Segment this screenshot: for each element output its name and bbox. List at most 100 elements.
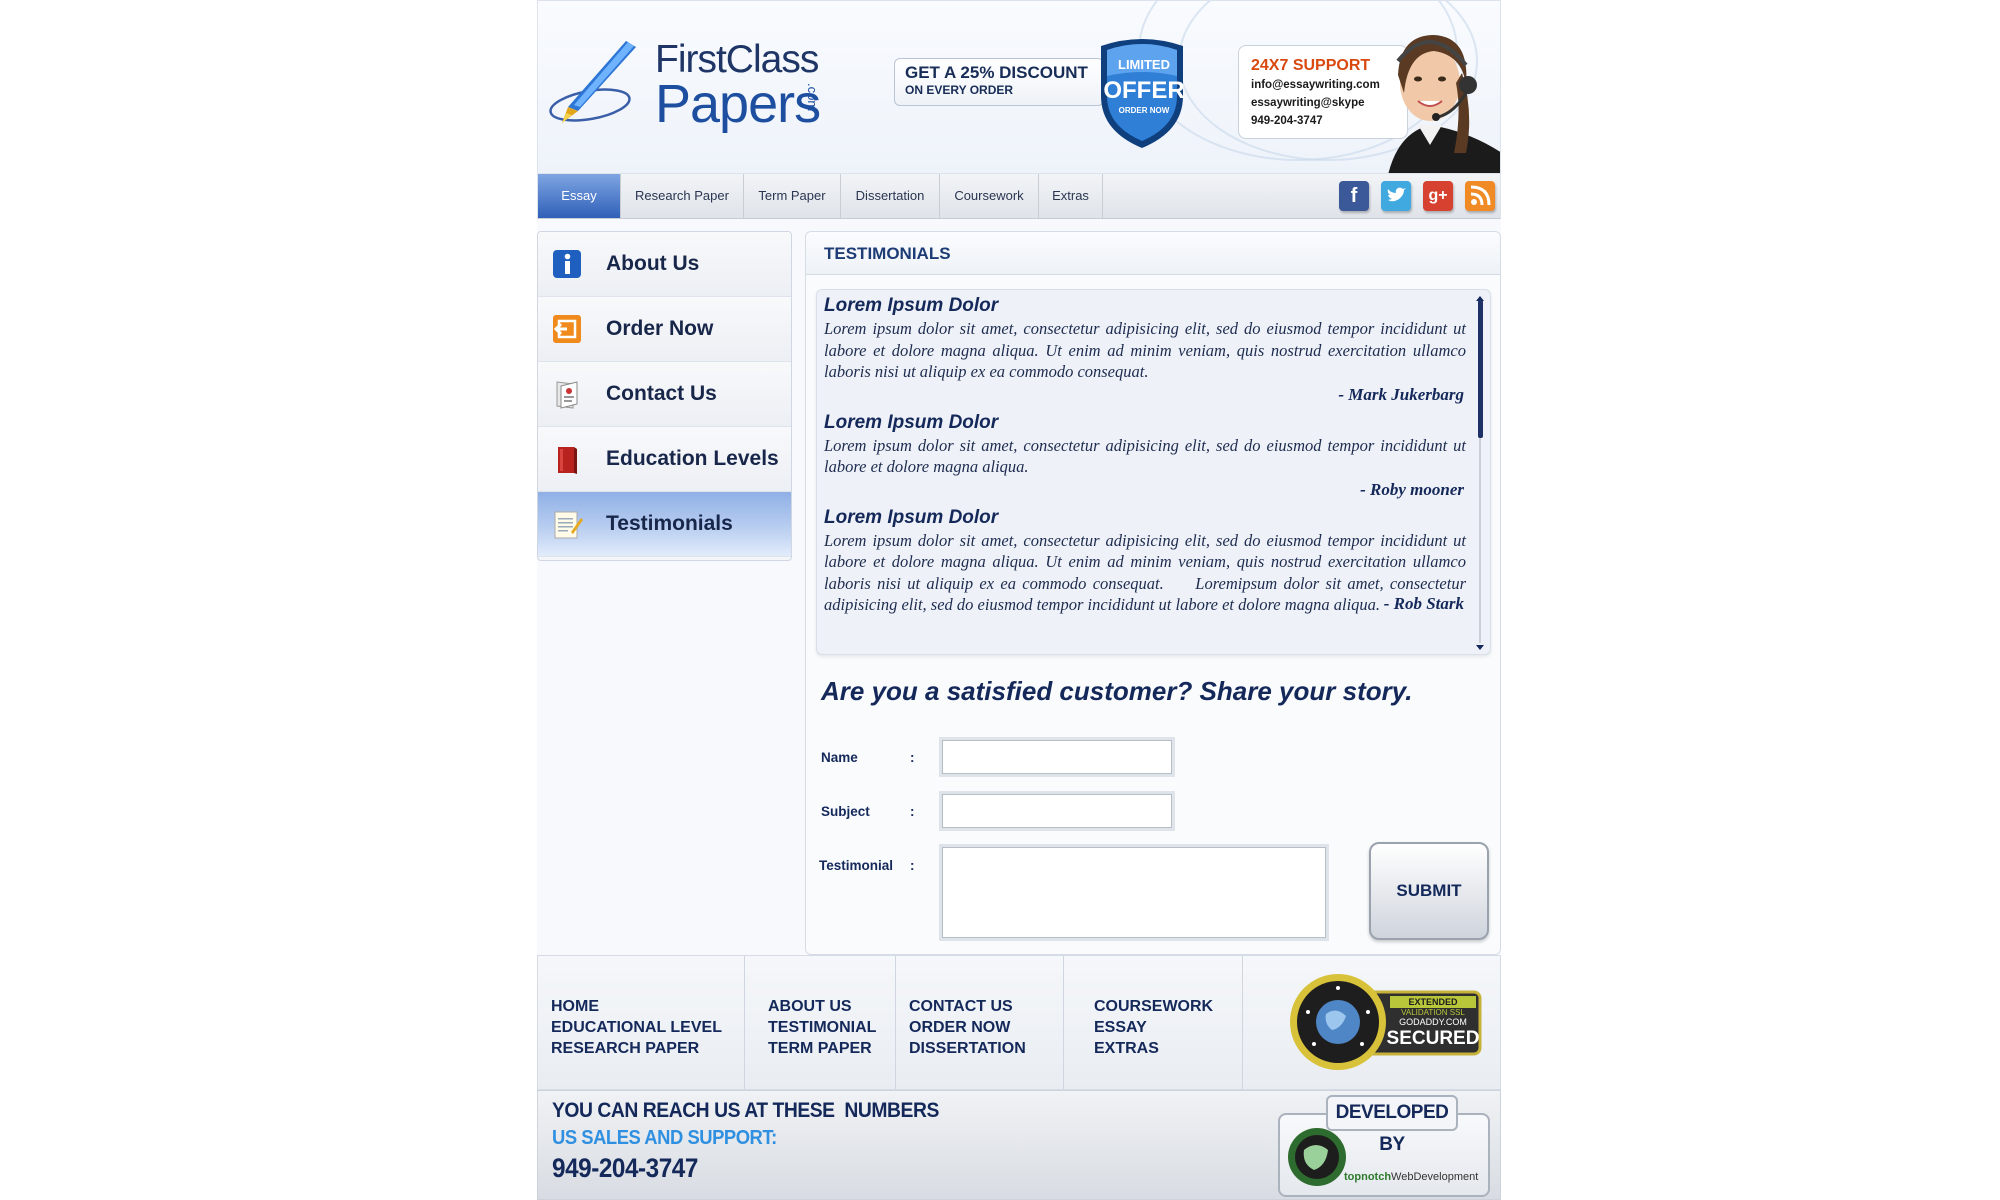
footer-links: HOME EDUCATIONAL LEVEL RESEARCH PAPER AB… xyxy=(537,955,1501,1090)
name-colon: : xyxy=(910,750,915,765)
nav-item-extras[interactable]: Extras xyxy=(1039,174,1103,218)
sidebar-item-label: Education Levels xyxy=(606,447,779,470)
badge-bottom-text: ORDER NOW xyxy=(1119,106,1170,115)
badge-top-text: LIMITED xyxy=(1118,57,1170,72)
footer-link-contact-us[interactable]: CONTACT US xyxy=(909,996,1013,1017)
footer-link-home[interactable]: HOME xyxy=(551,996,599,1017)
footer-link-coursework[interactable]: COURSEWORK xyxy=(1094,996,1213,1017)
testimonial-label: Testimonial xyxy=(819,858,894,873)
testimonial-title: Lorem Ipsum Dolor xyxy=(824,411,999,433)
logo-suffix: .com xyxy=(805,83,820,112)
footer-link-educational-level[interactable]: EDUCATIONAL LEVEL xyxy=(551,1017,722,1038)
discount-line-2: ON EVERY ORDER xyxy=(905,83,1014,97)
twitter-icon[interactable] xyxy=(1381,181,1411,211)
main-panel: TESTIMONIALS Lorem Ipsum Dolor Lorem ips… xyxy=(805,231,1501,955)
subject-input[interactable] xyxy=(939,791,1175,831)
contact-icon xyxy=(556,381,578,409)
sidebar-item-label: About Us xyxy=(606,252,700,275)
scrollbar-thumb[interactable] xyxy=(1478,300,1483,438)
badge-main-text: OFFER xyxy=(1103,77,1184,104)
support-agent-photo xyxy=(1388,35,1500,173)
sidebar-item-label: Testimonials xyxy=(606,512,733,535)
footer-column: COURSEWORK ESSAY EXTRAS xyxy=(1064,956,1243,1089)
logo-wordmark[interactable]: FirstClass Papers xyxy=(655,40,821,134)
ssl-line-2: VALIDATION SSL xyxy=(1401,1008,1465,1017)
developer-name-bold: topnotch xyxy=(1344,1171,1392,1183)
notepad-icon xyxy=(554,511,583,539)
testimonial-title: Lorem Ipsum Dolor xyxy=(824,506,999,528)
nav-item-dissertation[interactable]: Dissertation xyxy=(841,174,940,218)
discount-banner[interactable]: GET A 25% DISCOUNT ON EVERY ORDER xyxy=(894,58,1104,106)
testimonial-body: Lorem ipsum dolor sit amet, consectetur … xyxy=(824,319,1466,381)
testimonial-author: - Mark Jukerbarg xyxy=(1338,384,1464,404)
page: FirstClass Papers .com GET A 25% DISCOUN… xyxy=(537,0,1501,1200)
ssl-line-3: GODADDY.COM xyxy=(1399,1017,1467,1027)
testimonial-textarea[interactable] xyxy=(939,844,1329,941)
testimonial-item: Lorem Ipsum Dolor Lorem ipsum dolor sit … xyxy=(824,411,1466,502)
footer-column: CONTACT US ORDER NOW DISSERTATION xyxy=(896,956,1064,1089)
developer-name-rest: WebDevelopment xyxy=(1391,1171,1479,1183)
scroll-down-icon xyxy=(1476,645,1484,650)
book-icon xyxy=(558,447,577,474)
main-nav: Essay Research Paper Term Paper Disserta… xyxy=(537,174,1501,219)
testimonial-item: Lorem Ipsum Dolor Lorem ipsum dolor sit … xyxy=(824,506,1466,616)
testimonial-title: Lorem Ipsum Dolor xyxy=(824,295,999,316)
subject-label: Subject xyxy=(821,804,870,819)
nav-item-term-paper[interactable]: Term Paper xyxy=(744,174,841,218)
order-icon xyxy=(553,315,581,343)
ssl-secured-badge[interactable]: EXTENDED VALIDATION SSL GODADDY.COM SECU… xyxy=(1288,972,1483,1072)
footer-link-dissertation[interactable]: DISSERTATION xyxy=(909,1038,1026,1059)
testimonial-colon: : xyxy=(910,858,915,873)
testimonials-content: Lorem Ipsum Dolor Lorem ipsum dolor sit … xyxy=(824,294,1466,616)
sidebar: About Us Order Now Contact Us Education … xyxy=(537,231,792,561)
rss-icon[interactable] xyxy=(1465,181,1495,211)
logo-line-2: Papers xyxy=(655,74,821,134)
nav-item-essay[interactable]: Essay xyxy=(538,174,621,218)
footer-contact: YOU CAN REACH US AT THESE NUMBERS US SAL… xyxy=(537,1090,1501,1200)
sidebar-item-about-us[interactable]: About Us xyxy=(538,232,791,297)
reach-us-title: YOU CAN REACH US AT THESE NUMBERS xyxy=(552,1099,939,1122)
ssl-line-4: SECURED xyxy=(1387,1028,1480,1049)
sidebar-item-testimonials[interactable]: Testimonials xyxy=(538,492,791,557)
sidebar-item-label: Order Now xyxy=(606,317,714,340)
header: FirstClass Papers .com GET A 25% DISCOUN… xyxy=(537,0,1501,174)
sidebar-item-contact-us[interactable]: Contact Us xyxy=(538,362,791,427)
footer-link-essay[interactable]: ESSAY xyxy=(1094,1017,1147,1038)
testimonial-author: - Roby mooner xyxy=(1360,479,1464,499)
subject-colon: : xyxy=(910,804,915,819)
info-icon xyxy=(553,250,581,278)
limited-offer-badge-icon[interactable]: LIMITED OFFER ORDER NOW xyxy=(1087,36,1197,151)
sales-support-title: US SALES AND SUPPORT: xyxy=(552,1127,777,1149)
share-story-heading: Are you a satisfied customer? Share your… xyxy=(821,676,1413,706)
discount-line-1: GET A 25% DISCOUNT xyxy=(905,63,1088,82)
developer-logo-icon xyxy=(1288,1128,1346,1186)
name-input[interactable] xyxy=(939,737,1175,777)
footer-link-about-us[interactable]: ABOUT US xyxy=(768,996,852,1017)
footer-link-research-paper[interactable]: RESEARCH PAPER xyxy=(551,1038,699,1059)
developer-name: topnotchWebDevelopment xyxy=(1344,1171,1478,1183)
footer-link-term-paper[interactable]: TERM PAPER xyxy=(768,1038,872,1059)
name-label: Name xyxy=(821,750,858,765)
sidebar-item-label: Contact Us xyxy=(606,382,717,405)
sidebar-item-education-levels[interactable]: Education Levels xyxy=(538,427,791,492)
sales-phone[interactable]: 949-204-3747 xyxy=(552,1153,698,1184)
footer-column: ABOUT US TESTIMONIAL TERM PAPER xyxy=(745,956,896,1089)
testimonial-body: Lorem ipsum dolor sit amet, consectetur … xyxy=(824,435,1466,477)
sidebar-item-order-now[interactable]: Order Now xyxy=(538,297,791,362)
nav-item-coursework[interactable]: Coursework xyxy=(940,174,1039,218)
testimonial-item: Lorem Ipsum Dolor Lorem ipsum dolor sit … xyxy=(824,294,1466,407)
pen-logo-icon xyxy=(549,41,636,123)
testimonials-list[interactable]: Lorem Ipsum Dolor Lorem ipsum dolor sit … xyxy=(816,289,1491,655)
facebook-icon[interactable]: f xyxy=(1339,181,1369,211)
testimonial-body: Lorem ipsum dolor sit amet, consectetur … xyxy=(824,530,1471,615)
google-plus-icon[interactable]: g+ xyxy=(1423,181,1453,211)
panel-title-bar: TESTIMONIALS xyxy=(806,232,1500,275)
footer-link-extras[interactable]: EXTRAS xyxy=(1094,1038,1159,1059)
submit-button[interactable]: SUBMIT xyxy=(1369,842,1489,940)
footer-column: HOME EDUCATIONAL LEVEL RESEARCH PAPER xyxy=(538,956,745,1089)
nav-item-research-paper[interactable]: Research Paper xyxy=(621,174,744,218)
ssl-line-1: EXTENDED xyxy=(1408,997,1458,1007)
footer-link-testimonial[interactable]: TESTIMONIAL xyxy=(768,1017,876,1038)
page-title: TESTIMONIALS xyxy=(824,244,951,263)
footer-link-order-now[interactable]: ORDER NOW xyxy=(909,1017,1010,1038)
